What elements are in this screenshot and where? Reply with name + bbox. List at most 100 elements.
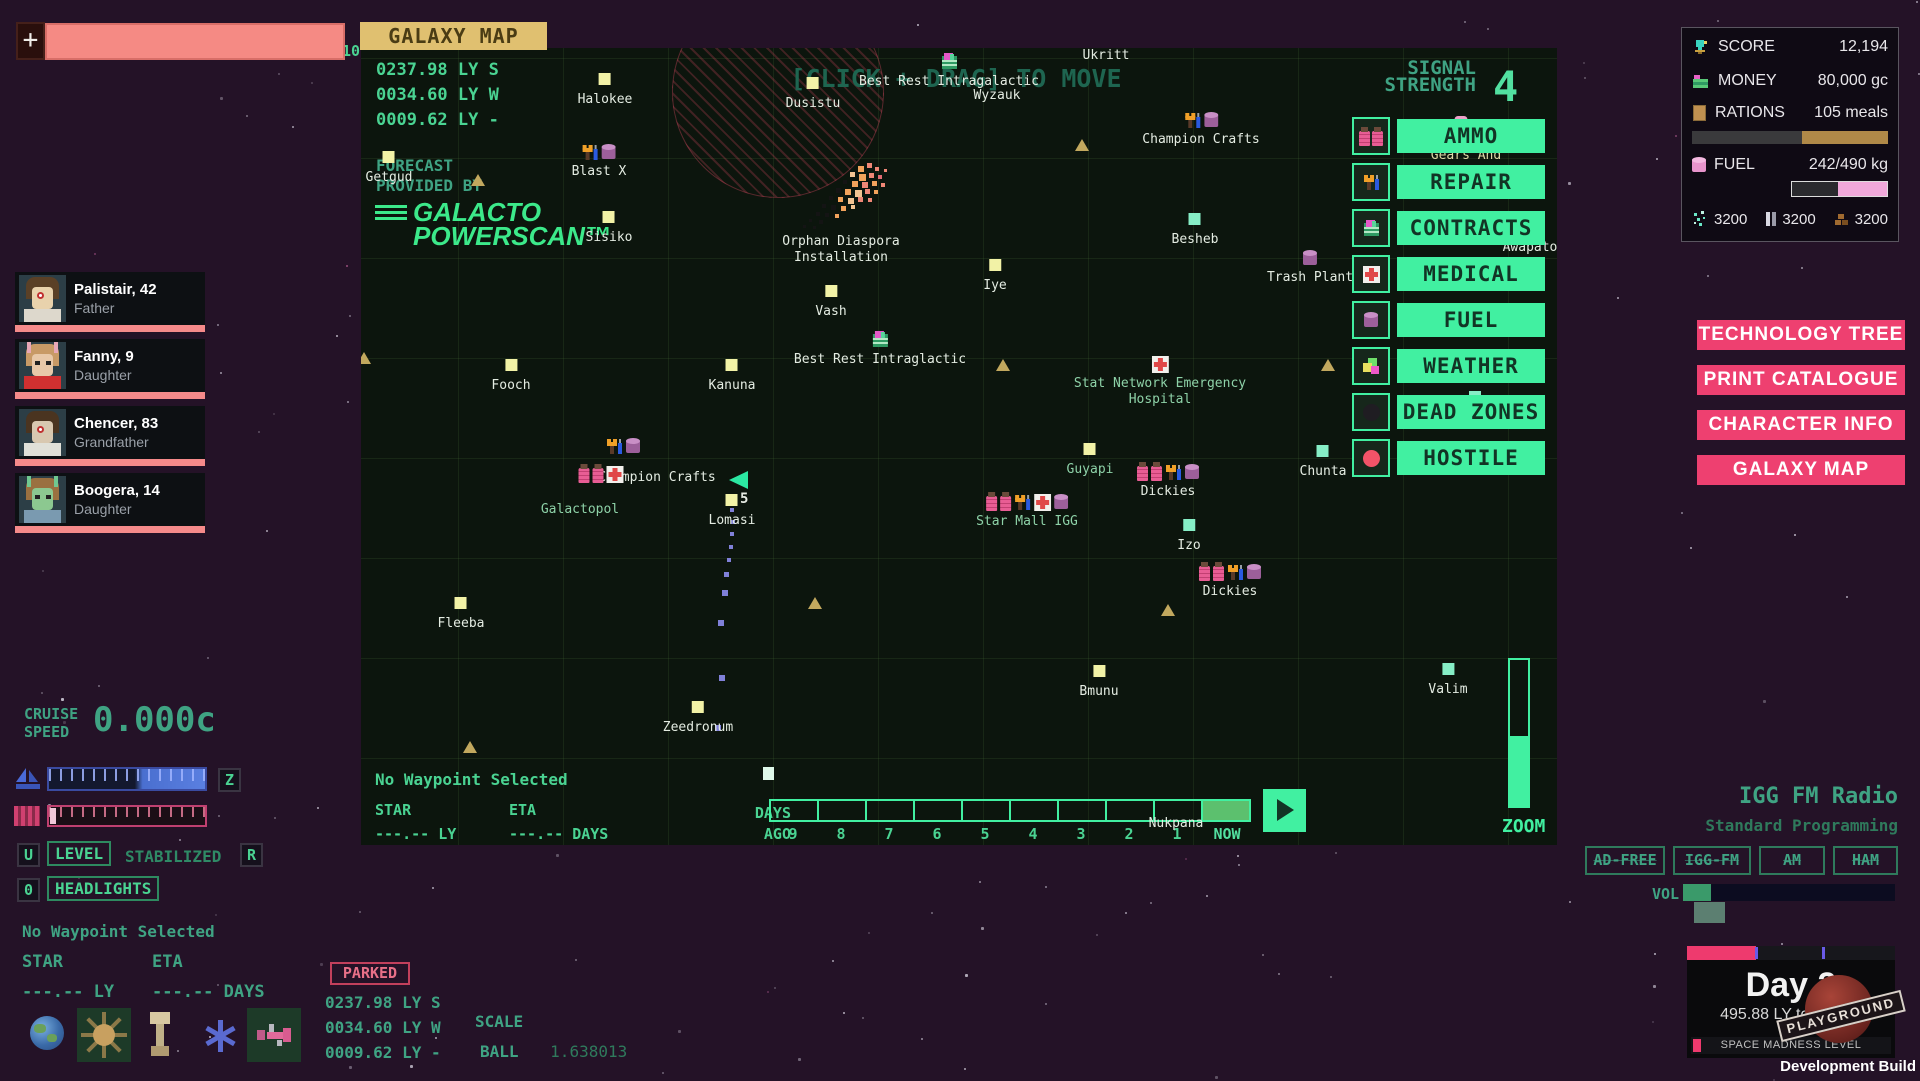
star-square-icon [1317,445,1329,457]
zoom-slider[interactable] [1508,658,1530,808]
menu-button-character-info[interactable]: CHARACTER INFO [1697,410,1905,440]
map-star-blast-x[interactable]: Blast X [572,142,627,180]
family-member-fanny[interactable]: Fanny, 9Daughter [15,339,205,399]
star-dot [266,530,268,532]
map-star-getgud[interactable]: Getgud [366,148,413,186]
money-icon [1692,73,1710,89]
map-star-fleeba[interactable]: Fleeba [438,594,485,632]
legend-button-ammo[interactable]: AMMO [1397,119,1545,153]
sun-view-button[interactable] [77,1008,131,1062]
map-star-fooch[interactable]: Fooch [491,356,530,394]
map-star-nukpana[interactable]: Nukpana [1149,816,1204,832]
trail-dot [730,532,734,536]
map-star-wyzauk[interactable]: Wyzauk [974,88,1021,104]
map-star-star-mall-igg[interactable]: Star Mall IGG [976,492,1078,530]
menu-button-technology-tree[interactable]: TECHNOLOGY TREE [1697,320,1905,350]
snowflake-icon[interactable] [202,1018,238,1054]
map-star-trash-plant[interactable]: Trash Plant [1267,248,1353,286]
radio-band-am[interactable]: AM [1759,846,1825,875]
timeline-segment[interactable] [1011,801,1059,820]
key-r[interactable]: R [240,843,263,867]
radio-band-ham[interactable]: HAM [1833,846,1898,875]
map-star-kanuna[interactable]: Kanuna [709,356,756,394]
radio-band-igg-fm[interactable]: IGG-FM [1673,846,1751,875]
level-toggle[interactable]: LEVEL [47,841,111,866]
timeline-segment[interactable] [963,801,1011,820]
throttle-lever-icon[interactable] [148,1012,172,1058]
legend-row-fuel: FUEL [1352,301,1545,339]
trail-dot [718,620,724,626]
map-star-best-rest-intraglactic[interactable]: Best Rest Intraglactic [794,330,966,368]
legend-button-medical[interactable]: MEDICAL [1397,257,1545,291]
star-label: Star Mall IGG [976,514,1078,530]
star-label: Best Rest Intraglactic [794,352,966,368]
star-dot [1846,596,1848,598]
map-star-galactopol[interactable]: Galactopol [541,502,619,518]
timeline-segment-now[interactable] [1203,801,1249,820]
map-star-stat-network-emergency[interactable]: Stat Network Emergency Hospital [1074,354,1246,409]
volume-handle[interactable] [1694,902,1725,923]
legend-button-fuel[interactable]: FUEL [1397,303,1545,337]
map-star-iye[interactable]: Iye [983,256,1006,294]
star-square-icon [692,701,704,713]
timeline-segment[interactable] [1059,801,1107,820]
map-star-izo[interactable]: Izo [1177,516,1200,554]
legend-button-hostile[interactable]: HOSTILE [1397,441,1545,475]
map-star-orphan-diaspora[interactable]: Orphan Diaspora Installation [782,234,899,267]
map-star-halokee[interactable]: Halokee [578,70,633,108]
map-poi-icons[interactable] [579,464,624,483]
map-star-dusistu[interactable]: Dusistu [786,74,841,112]
add-button[interactable]: + [16,22,45,60]
menu-button-galaxy-map[interactable]: GALAXY MAP [1697,455,1905,485]
play-button[interactable] [1263,789,1306,832]
map-star-bmunu[interactable]: Bmunu [1079,662,1118,700]
star-badge: 5 [740,491,748,507]
star-dot [349,1066,352,1069]
star-dot [246,115,248,117]
key-u[interactable]: U [17,843,40,867]
ship-view-button[interactable] [247,1008,301,1062]
map-star-ukritt[interactable]: Ukritt [1083,48,1130,64]
map-star-best-rest-intragalactic[interactable]: Best Rest Intragalactic [859,52,1039,90]
galaxy-map[interactable]: [CLICK + DRAG] TO MOVE 0237.98 LY S 0034… [361,48,1557,845]
timeline-segment[interactable] [819,801,867,820]
map-poi-icons[interactable] [606,436,640,455]
family-member-palistair[interactable]: Palistair, 42Father [15,272,205,332]
radio-band-ad-free[interactable]: AD-FREE [1585,846,1665,875]
legend-button-repair[interactable]: REPAIR [1397,165,1545,199]
map-star-dickies[interactable]: Dickies [1137,462,1199,500]
map-star-champion-crafts[interactable]: Champion Crafts [1142,110,1259,148]
family-member-chencer[interactable]: Chencer, 83Grandfather [15,406,205,466]
map-star-besheb[interactable]: Besheb [1172,210,1219,248]
nebula-pixel [852,181,858,187]
map-star-chunta[interactable]: Chunta [1300,442,1347,480]
poi-icons [1142,110,1259,129]
star-dot [678,1030,681,1033]
map-star-dickies[interactable]: Dickies [1199,562,1261,600]
timeline-segment[interactable] [771,801,819,820]
player-ship-icon[interactable] [729,471,748,489]
map-star-vash[interactable]: Vash [815,282,846,320]
key-0[interactable]: 0 [17,878,40,902]
star-square-icon [825,285,837,297]
timeline-segment[interactable] [915,801,963,820]
timeline-segment[interactable] [867,801,915,820]
legend-button-weather[interactable]: WEATHER [1397,349,1545,383]
map-star-zeedronum[interactable]: Zeedronum [663,698,733,736]
volume-bar[interactable] [1683,884,1895,901]
key-z[interactable]: Z [218,768,241,792]
map-star-guyapi[interactable]: Guyapi [1067,440,1114,478]
legend-button-contracts[interactable]: CONTRACTS [1397,211,1545,245]
map-star-sisiko[interactable]: Sisiko [586,208,633,246]
headlights-toggle[interactable]: HEADLIGHTS [47,876,159,901]
menu-button-print-catalogue[interactable]: PRINT CATALOGUE [1697,365,1905,395]
star-square-icon [807,77,819,89]
map-star-valim[interactable]: Valim [1428,660,1467,698]
legend-button-dead-zones[interactable]: DEAD ZONES [1397,395,1545,429]
planet-view-icon[interactable] [30,1016,64,1050]
nebula-pixel [838,197,843,202]
waypoint-status: No Waypoint Selected [22,922,215,941]
star-dot [1656,158,1658,160]
map-star-lomasi[interactable]: 5Lomasi [709,491,756,529]
family-member-boogera[interactable]: Boogera, 14Daughter [15,473,205,533]
